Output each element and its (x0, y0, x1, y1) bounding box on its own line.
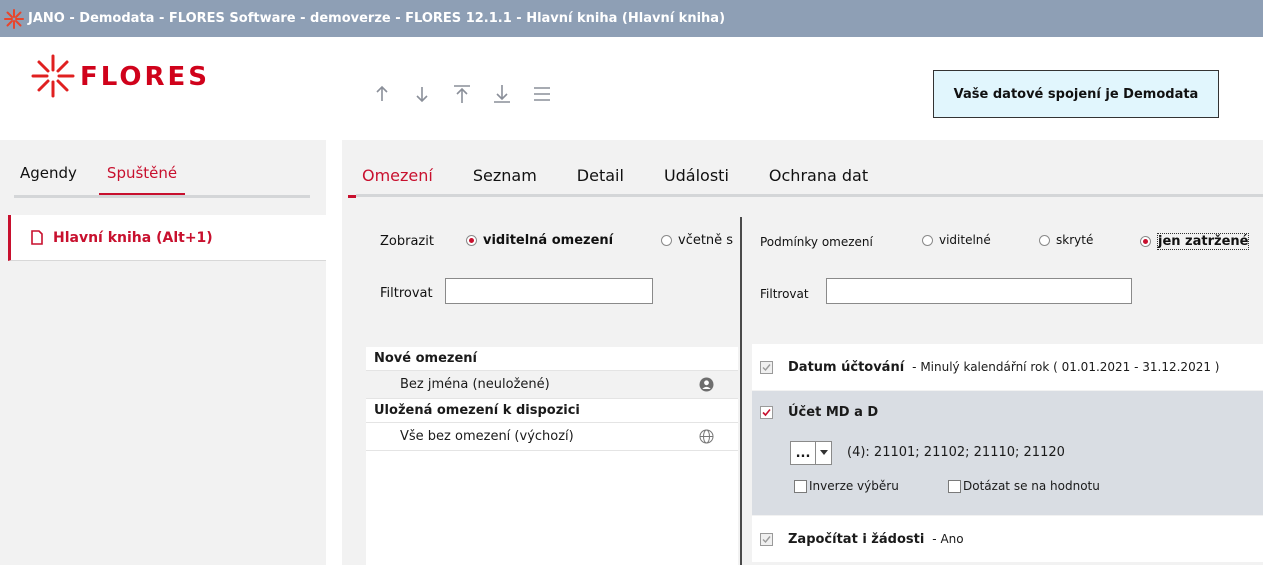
main-tabs: Omezení Seznam Detail Události Ochrana d… (348, 166, 908, 198)
checkbox-label: Dotázat se na hodnotu (963, 479, 1100, 493)
globe-icon (699, 429, 714, 444)
radio-condition-visible[interactable]: viditelné (922, 233, 991, 247)
main-area: Omezení Seznam Detail Události Ochrana d… (342, 140, 1263, 565)
radio-dot (1140, 236, 1151, 247)
condition-checkbox[interactable] (760, 406, 773, 419)
connection-label: Vaše datové spojení je Demodata (953, 86, 1199, 102)
radio-dot (1039, 234, 1050, 246)
sidebar-tabs: Agendy Spuštěné (20, 164, 186, 196)
tab-agendy[interactable]: Agendy (20, 164, 77, 182)
record-navigation (362, 79, 562, 109)
user-icon (699, 377, 714, 392)
account-select-dropdown[interactable]: ... (790, 441, 832, 465)
list-item-unnamed[interactable]: Bez jména (neuložené) (366, 371, 738, 399)
tab-spustene[interactable]: Spuštěné (98, 164, 186, 196)
sidebar-item-label: Hlavní kniha (Alt+1) (53, 229, 213, 246)
radio-label: viditelné (939, 233, 991, 247)
tab-seznam[interactable]: Seznam (473, 166, 537, 185)
menu-icon[interactable] (522, 79, 562, 109)
window-title: JANO - Demodata - FLORES Software - demo… (28, 11, 726, 26)
title-bar: JANO - Demodata - FLORES Software - demo… (0, 0, 1263, 37)
radio-condition-checked-only[interactable]: jen zatržené (1140, 233, 1250, 250)
tab-omezeni[interactable]: Omezení (348, 166, 447, 198)
filter-label: Filtrovat (760, 287, 809, 301)
sidebar-item-hlavni-kniha[interactable]: Hlavní kniha (Alt+1) (8, 215, 326, 261)
condition-row-datum-uctovani: Datum účtování - Minulý kalendářní rok (… (752, 344, 1263, 390)
condition-name: Započítat i žádosti (788, 531, 925, 547)
checkbox-box (948, 479, 961, 493)
radio-visible-restrictions[interactable]: viditelná omezení (466, 233, 613, 248)
inverse-selection-checkbox[interactable]: Inverze výběru (794, 479, 899, 493)
arrow-to-bottom-icon[interactable] (482, 79, 522, 109)
show-label: Zobrazit (380, 234, 434, 249)
filter-input[interactable] (445, 278, 653, 304)
list-item-default[interactable]: Vše bez omezení (výchozí) (366, 423, 738, 451)
logo-text: FLORES (80, 63, 210, 89)
radio-dot (466, 235, 477, 246)
arrow-down-icon[interactable] (402, 79, 442, 109)
flores-wordmark: FLORES (80, 63, 210, 89)
list-group-saved: Uložená omezení k dispozici (366, 399, 738, 423)
radio-label: jen zatržené (1157, 233, 1250, 250)
filter-label: Filtrovat (380, 286, 433, 301)
connection-info-box[interactable]: Vaše datové spojení je Demodata (933, 70, 1219, 118)
condition-filter-input[interactable] (826, 278, 1132, 304)
radio-condition-hidden[interactable]: skryté (1039, 233, 1093, 247)
list-item-label: Bez jména (neuložené) (400, 377, 550, 392)
conditions-label: Podmínky omezení (760, 235, 873, 249)
tab-detail[interactable]: Detail (577, 166, 624, 185)
ask-value-checkbox[interactable]: Dotázat se na hodnotu (948, 479, 1100, 493)
tab-ochrana-dat[interactable]: Ochrana dat (769, 166, 868, 185)
sidebar-tab-divider (14, 195, 310, 198)
condition-name: Datum účtování (788, 359, 905, 375)
radio-including-hidden[interactable]: včetně s (661, 233, 741, 248)
radio-dot (661, 235, 672, 246)
radio-label: viditelná omezení (483, 233, 614, 248)
flores-logo: FLORES (30, 53, 250, 99)
app-header: FLORES Vaše datové spojení je Demodata (0, 37, 1263, 140)
restriction-list-panel: Zobrazit viditelná omezení včetně s Filt… (356, 197, 741, 565)
select-values-button[interactable]: ... (790, 441, 816, 465)
select-values-label: ... (795, 445, 811, 461)
flores-star-icon (31, 54, 75, 98)
chevron-down-icon[interactable] (816, 441, 832, 465)
condition-header: Účet MD a D (760, 405, 878, 420)
radio-label: skryté (1056, 233, 1094, 247)
arrow-up-icon[interactable] (362, 79, 402, 109)
condition-value: (4): 21101; 21102; 21110; 21120 (847, 445, 1065, 460)
condition-name: Účet MD a D (788, 405, 879, 420)
radio-dot (922, 234, 933, 246)
condition-row-ucet-md-d: Účet MD a D ... (4): 21101; 21102; 21110… (752, 391, 1263, 515)
sidebar: Agendy Spuštěné Hlavní kniha (Alt+1) (0, 140, 326, 565)
arrow-to-top-icon[interactable] (442, 79, 482, 109)
condition-checkbox[interactable] (760, 532, 773, 546)
list-group-new: Nové omezení (366, 347, 738, 371)
radio-label: včetně s (678, 233, 734, 248)
checkbox-label: Inverze výběru (809, 479, 899, 493)
restriction-list: Nové omezení Bez jména (neuložené) Ulože… (366, 347, 738, 565)
flores-app-icon (4, 8, 24, 29)
condition-row-zapocitat-zadosti: Započítat i žádosti - Ano (752, 516, 1263, 562)
document-icon (31, 230, 43, 245)
condition-checkbox[interactable] (760, 360, 773, 374)
condition-value: - Minulý kalendářní rok ( 01.01.2021 - 3… (912, 360, 1220, 374)
list-item-label: Vše bez omezení (výchozí) (400, 429, 574, 444)
conditions-panel: Podmínky omezení viditelné skryté jen za… (742, 197, 1263, 565)
checkbox-box (794, 479, 807, 493)
condition-value: - Ano (932, 532, 964, 546)
tab-udalosti[interactable]: Události (664, 166, 729, 185)
